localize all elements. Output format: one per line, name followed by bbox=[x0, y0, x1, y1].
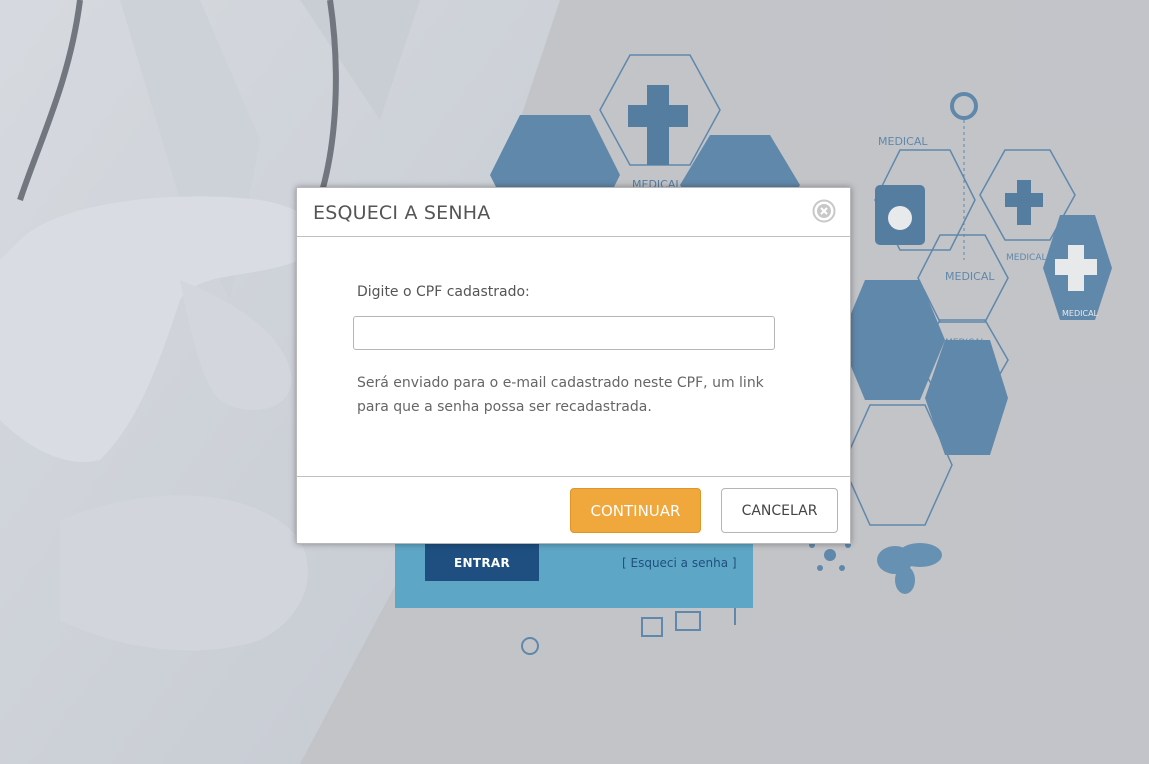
info-text: Será enviado para o e-mail cadastrado ne… bbox=[357, 375, 764, 415]
continue-button[interactable]: CONTINUAR bbox=[570, 488, 701, 533]
forgot-password-link[interactable]: [ Esqueci a senha ] bbox=[622, 556, 737, 570]
modal-title: ESQUECI A SENHA bbox=[313, 202, 491, 224]
cancel-button[interactable]: CANCELAR bbox=[721, 488, 838, 533]
cpf-input[interactable] bbox=[353, 316, 775, 350]
cpf-label: Digite o CPF cadastrado: bbox=[357, 284, 530, 300]
close-icon bbox=[812, 199, 836, 223]
modal-body: Digite o CPF cadastrado: Será enviado pa… bbox=[297, 237, 850, 476]
modal-header: ESQUECI A SENHA bbox=[297, 188, 850, 237]
modal-footer: CONTINUAR CANCELAR bbox=[297, 476, 850, 544]
page: MEDICAL MEDICAL MEDICAL MEDICAL MEDICAL … bbox=[0, 0, 1149, 764]
forgot-password-modal: ESQUECI A SENHA Digite o CPF cadastrado:… bbox=[296, 187, 851, 544]
close-button[interactable] bbox=[812, 199, 836, 223]
enter-button[interactable]: ENTRAR bbox=[425, 544, 539, 581]
